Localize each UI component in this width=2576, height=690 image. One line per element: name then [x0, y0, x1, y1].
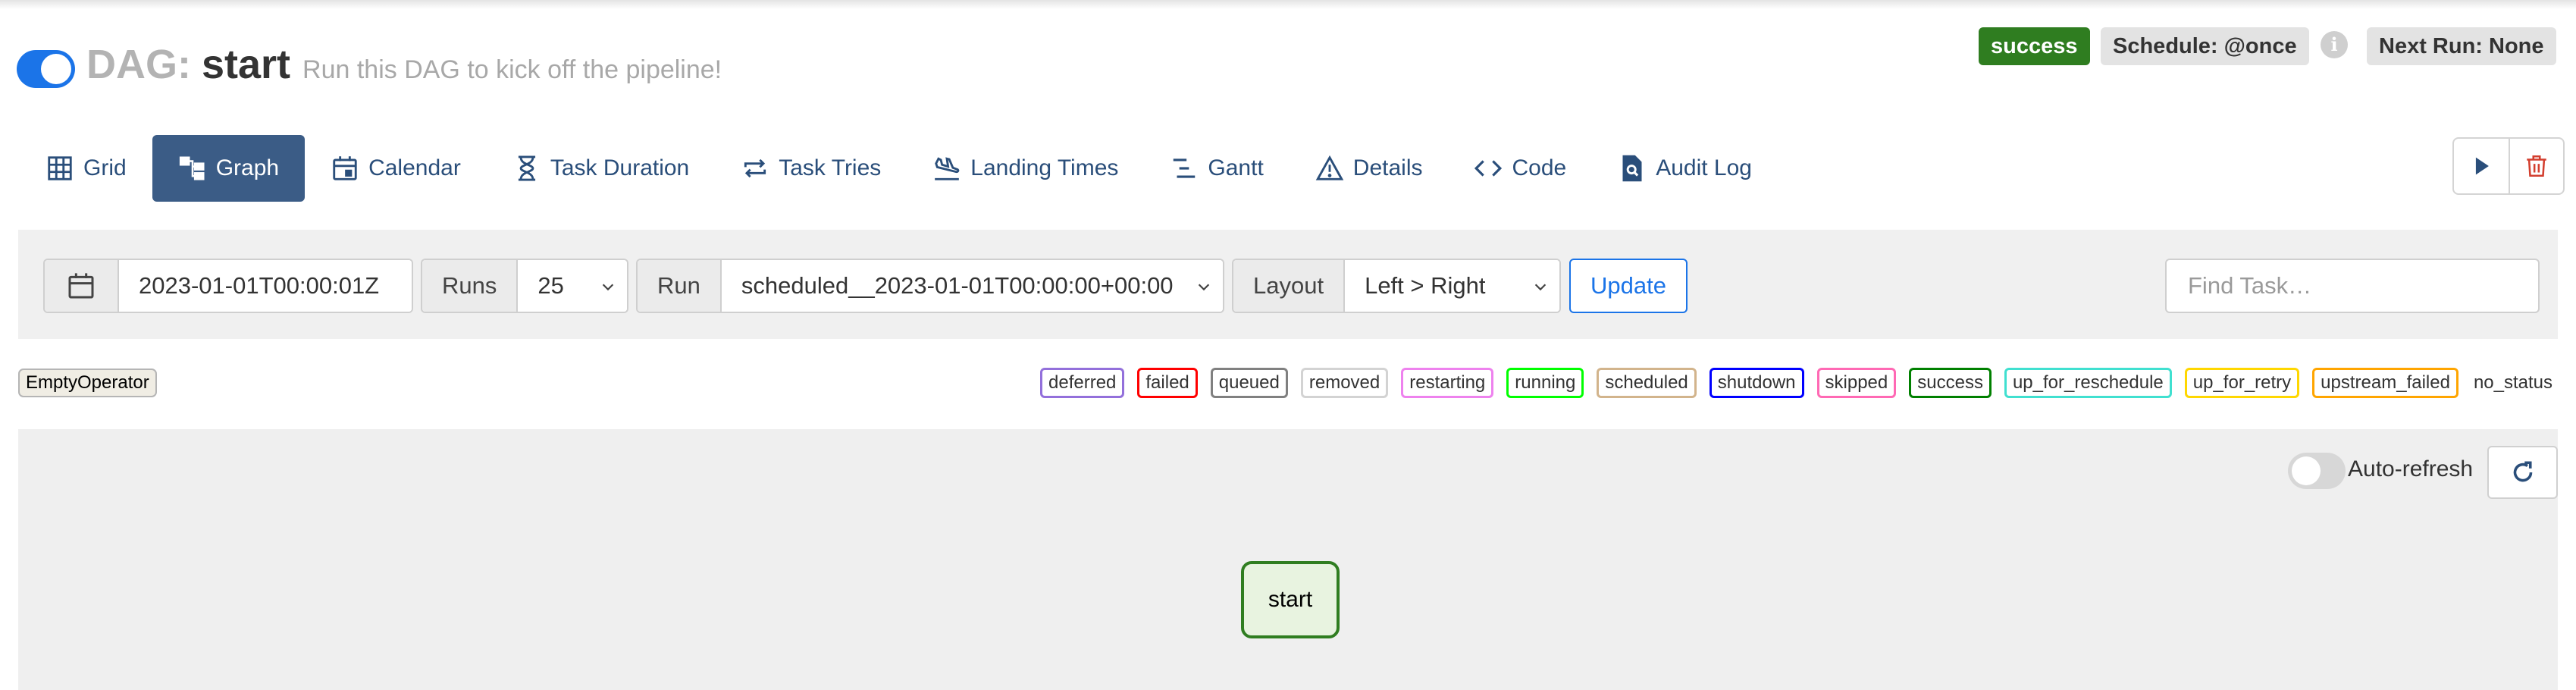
legend-state-removed[interactable]: removed — [1300, 368, 1389, 398]
refresh-icon — [2513, 461, 2532, 482]
trash-icon — [2527, 155, 2546, 177]
calendar-icon — [333, 156, 357, 180]
delete-dag-button[interactable] — [2509, 139, 2563, 193]
run-select-value: scheduled__2023-01-01T00:00:00+00:00 — [741, 272, 1174, 299]
tab-calendar[interactable]: Calendar — [305, 135, 487, 202]
file-search-icon — [1622, 155, 1642, 182]
legend-state-deferred[interactable]: deferred — [1040, 368, 1125, 398]
toggle-knob — [41, 54, 71, 84]
chevron-down-icon — [602, 284, 614, 291]
dag-pause-toggle[interactable] — [17, 50, 75, 88]
layout-group: Layout Left > Right — [1232, 259, 1561, 313]
schedule-badge: Schedule: @once — [2101, 27, 2309, 65]
tab-code[interactable]: Code — [1448, 135, 1592, 202]
plane-landing-icon — [935, 157, 960, 180]
runs-select[interactable]: 25 — [518, 260, 627, 312]
hourglass-icon — [518, 155, 535, 181]
calendar-icon — [68, 273, 94, 299]
next-run-badge: Next Run: None — [2367, 27, 2556, 65]
runs-select-value: 25 — [537, 272, 564, 299]
dag-prefix: DAG: — [86, 42, 191, 87]
legend-state-scheduled[interactable]: scheduled — [1597, 368, 1697, 398]
tab-audit-log[interactable]: Audit Log — [1592, 135, 1778, 202]
dag-description: Run this DAG to kick off the pipeline! — [302, 55, 722, 84]
tab-task-duration[interactable]: Task Duration — [487, 135, 715, 202]
tab-label: Details — [1352, 155, 1423, 180]
date-picker-button[interactable] — [45, 260, 119, 312]
legend-state-failed[interactable]: failed — [1137, 368, 1198, 398]
tab-label: Graph — [215, 155, 280, 180]
tab-label: Calendar — [368, 155, 461, 180]
base-date-input[interactable]: 2023-01-01T00:00:01Z — [119, 260, 412, 312]
dag-id: start — [201, 42, 291, 87]
code-icon — [1474, 160, 1503, 177]
status-badge: success — [1979, 27, 2090, 65]
base-date-group: 2023-01-01T00:00:01Z — [43, 259, 413, 313]
chevron-down-icon — [1198, 284, 1210, 291]
tab-label: Grid — [83, 155, 127, 180]
tab-grid[interactable]: Grid — [18, 135, 152, 202]
trigger-dag-button[interactable] — [2454, 139, 2509, 193]
tab-details[interactable]: Details — [1290, 135, 1449, 202]
retry-icon — [744, 158, 766, 178]
tab-label: Task Duration — [550, 155, 690, 180]
tab-gantt[interactable]: Gantt — [1144, 135, 1289, 202]
play-icon — [2475, 157, 2489, 175]
gantt-icon — [1174, 158, 1196, 178]
tab-label: Gantt — [1208, 155, 1264, 180]
tab-graph[interactable]: Graph — [152, 135, 306, 202]
tab-label: Landing Times — [970, 155, 1119, 180]
auto-refresh-toggle[interactable] — [2288, 453, 2346, 489]
chevron-down-icon — [1534, 284, 1547, 291]
legend-state-up-for-retry[interactable]: up_for_retry — [2184, 368, 2300, 398]
legend-state-running[interactable]: running — [1506, 368, 1584, 398]
dag-action-buttons — [2452, 137, 2565, 195]
auto-refresh-label: Auto-refresh — [2348, 456, 2474, 481]
graph-icon — [179, 156, 205, 180]
graph-filter-bar: 2023-01-01T00:00:01Z Runs 25 Run schedul… — [18, 230, 2558, 339]
layout-select-value: Left > Right — [1365, 272, 1486, 299]
info-icon[interactable]: i — [2321, 31, 2348, 58]
top-shadow — [0, 0, 2576, 9]
legend-state-skipped[interactable]: skipped — [1816, 368, 1897, 398]
tab-label: Task Tries — [779, 155, 882, 180]
tab-landing-times[interactable]: Landing Times — [907, 135, 1144, 202]
task-node-start[interactable]: start — [1241, 561, 1340, 638]
refresh-button[interactable] — [2487, 446, 2558, 499]
graph-canvas[interactable]: Auto-refresh start — [18, 429, 2558, 690]
toggle-knob — [2292, 456, 2321, 485]
operator-legend-empty-operator[interactable]: EmptyOperator — [18, 369, 157, 397]
state-legend: deferred failed queued removed restarting run… — [1040, 368, 2555, 398]
legend-state-success[interactable]: success — [1909, 368, 1992, 398]
warning-triangle-icon — [1315, 155, 1344, 180]
dag-title: DAG: start Run this DAG to kick off the … — [86, 41, 722, 91]
runs-group: Runs 25 — [421, 259, 628, 313]
legend-state-upstream-failed[interactable]: upstream_failed — [2312, 368, 2458, 398]
run-select[interactable]: scheduled__2023-01-01T00:00:00+00:00 — [721, 260, 1223, 312]
view-tabs: Grid Graph Calendar Task Duration Task T… — [18, 135, 1778, 202]
grid-icon — [48, 156, 72, 180]
update-button[interactable]: Update — [1569, 259, 1688, 313]
legend-state-up-for-reschedule[interactable]: up_for_reschedule — [2004, 368, 2172, 398]
legend-state-no-status[interactable]: no_status — [2471, 368, 2555, 398]
layout-select[interactable]: Left > Right — [1345, 260, 1559, 312]
legend-state-queued[interactable]: queued — [1210, 368, 1288, 398]
runs-label: Runs — [422, 260, 519, 312]
layout-label: Layout — [1233, 260, 1346, 312]
tab-label: Code — [1512, 155, 1567, 180]
tab-label: Audit Log — [1656, 155, 1752, 180]
legend-state-shutdown[interactable]: shutdown — [1709, 368, 1804, 398]
run-label: Run — [638, 260, 722, 312]
legend-state-restarting[interactable]: restarting — [1401, 368, 1494, 398]
run-group: Run scheduled__2023-01-01T00:00:00+00:00 — [636, 259, 1224, 313]
tab-task-tries[interactable]: Task Tries — [715, 135, 907, 202]
find-task-input[interactable]: Find Task… — [2165, 259, 2540, 313]
